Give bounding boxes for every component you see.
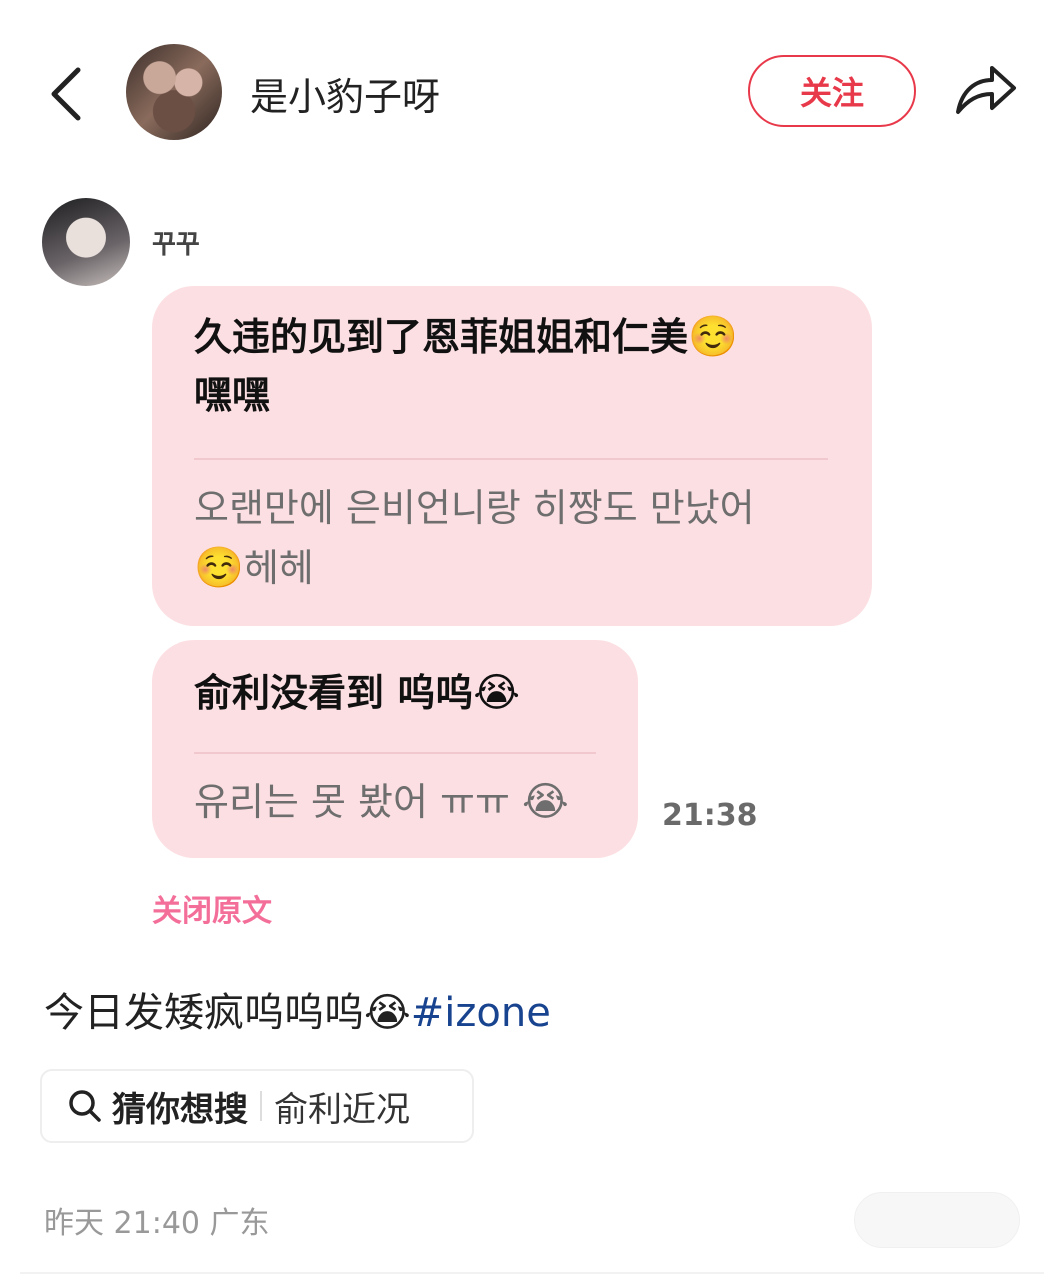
author-username[interactable]: 是小豹子呀: [250, 66, 440, 121]
suggested-search-query: 俞利近况: [274, 1089, 410, 1130]
chip-divider: [260, 1091, 262, 1121]
message-korean-line: 유리는 못 봤어 ㅠㅠ 😭: [194, 772, 569, 832]
suggested-search-label: 猜你想搜: [112, 1089, 248, 1130]
share-icon: [956, 66, 1016, 114]
author-avatar[interactable]: [126, 44, 222, 140]
comment-input-pill[interactable]: [854, 1192, 1020, 1248]
crying-emoji: 😭: [364, 990, 411, 1036]
message-text: 헤헤: [243, 546, 314, 590]
message-korean-line: ☺️헤헤: [194, 538, 314, 598]
crying-emoji: 😭: [473, 670, 520, 716]
message-chinese-line: 嘿嘿: [194, 373, 271, 417]
post-timestamp-location: 昨天 21:40 广东: [44, 1206, 270, 1241]
follow-button[interactable]: 关注: [748, 55, 916, 127]
smiling-emoji: ☺️: [688, 314, 738, 360]
message-text: 久违的见到了恩菲姐姐和仁美: [194, 315, 689, 359]
smiling-emoji: ☺️: [194, 545, 244, 591]
message-bubble: 久违的见到了恩菲姐姐和仁美☺️ 嘿嘿 오랜만에 은비언니랑 히짱도 만났어 ☺️…: [152, 286, 872, 626]
top-bar: 是小豹子呀 关注: [0, 0, 1064, 185]
chat-sender-avatar: [42, 198, 130, 286]
message-time: 21:38: [662, 798, 758, 833]
chat-screenshot: 꾸꾸 久违的见到了恩菲姐姐和仁美☺️ 嘿嘿 오랜만에 은비언니랑 히짱도 만났어…: [0, 190, 1064, 950]
message-bubble: 俞利没看到 呜呜😭 유리는 못 봤어 ㅠㅠ 😭: [152, 640, 638, 858]
message-text: 俞利没看到 呜呜: [194, 671, 474, 715]
back-button[interactable]: [40, 58, 100, 128]
search-icon: [69, 1090, 101, 1122]
message-chinese-line: 久违的见到了恩菲姐姐和仁美☺️: [194, 308, 738, 366]
caption-text: 今日发矮疯呜呜呜: [44, 990, 364, 1036]
post-caption: 今日发矮疯呜呜呜😭#izone: [44, 980, 551, 1038]
share-button[interactable]: [952, 60, 1020, 122]
message-text: 유리는 못 봤어 ㅠㅠ: [194, 780, 510, 824]
bottom-divider: [20, 1272, 1044, 1274]
message-chinese-line: 俞利没看到 呜呜😭: [194, 664, 520, 722]
crying-emoji: 😭: [522, 779, 569, 825]
translation-divider: [194, 458, 828, 460]
close-original-link[interactable]: 关闭原文: [152, 886, 272, 930]
suggested-search-chip[interactable]: 猜你想搜 俞利近况: [40, 1069, 474, 1143]
chat-sender-name: 꾸꾸: [152, 230, 200, 260]
back-arrow-icon: [51, 67, 81, 121]
hashtag-link[interactable]: #izone: [411, 990, 551, 1036]
message-korean-line: 오랜만에 은비언니랑 히짱도 만났어: [194, 486, 755, 530]
translation-divider: [194, 752, 596, 754]
